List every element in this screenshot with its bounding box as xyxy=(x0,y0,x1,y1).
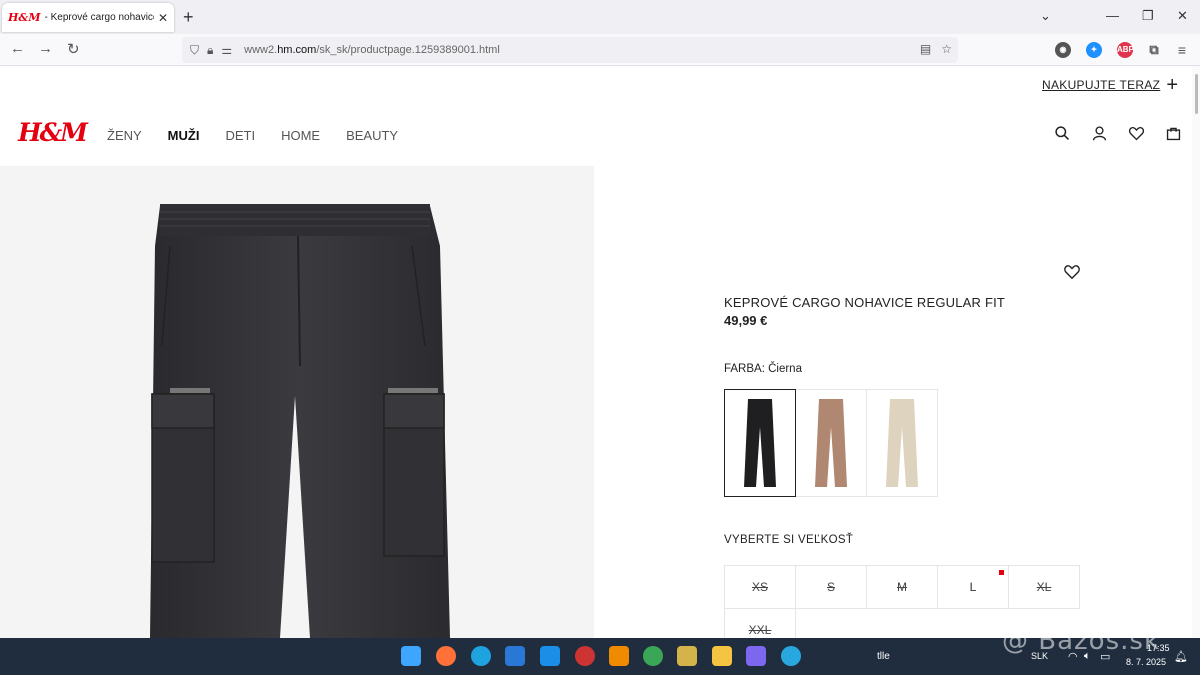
permissions-icon[interactable]: ⚌ xyxy=(221,43,232,57)
size-option-l[interactable]: L xyxy=(937,565,1009,609)
bookmark-star-icon[interactable]: ☆ xyxy=(941,42,952,56)
favorites-heart-icon[interactable] xyxy=(1128,125,1145,142)
windows-start-icon[interactable] xyxy=(401,646,421,666)
app-blue-icon[interactable] xyxy=(781,646,801,666)
extension-bird-icon[interactable]: ✦ xyxy=(1086,42,1102,58)
tab-title: - Keprové cargo nohavice Regul xyxy=(44,12,154,23)
minimize-button[interactable]: — xyxy=(1106,8,1119,23)
app-red-icon[interactable] xyxy=(575,646,595,666)
edge-icon[interactable] xyxy=(471,646,491,666)
color-swatches xyxy=(724,389,938,497)
swatch-beige[interactable] xyxy=(866,389,938,497)
shopping-bag-icon[interactable] xyxy=(1165,125,1182,142)
product-title: KEPROVÉ CARGO NOHAVICE REGULAR FIT xyxy=(724,295,1006,310)
lock-icon[interactable]: 🔒︎ xyxy=(207,43,213,58)
swatch-brown[interactable] xyxy=(795,389,867,497)
browser-toolbar: ← → ↻ ⛉ 🔒︎ ⚌ www2.hm.com/sk_sk/productpa… xyxy=(0,34,1200,66)
shop-now-label[interactable]: NAKUPUJTE TERAZ xyxy=(1042,78,1160,92)
new-tab-button[interactable]: + xyxy=(183,7,194,28)
reload-icon[interactable]: ↻ xyxy=(67,40,80,58)
url-text[interactable]: www2.hm.com/sk_sk/productpage.1259389001… xyxy=(244,44,500,56)
vlc-icon[interactable] xyxy=(609,646,629,666)
reader-view-icon[interactable]: ▤ xyxy=(920,42,931,56)
bazos-watermark: @ Bazos.sk xyxy=(1002,626,1161,656)
adblock-icon[interactable]: ABP xyxy=(1117,42,1134,58)
product-main-image[interactable] xyxy=(0,166,594,638)
search-icon[interactable] xyxy=(1054,125,1071,142)
nav-item-deti[interactable]: DETI xyxy=(225,128,255,143)
swatch-brown-image xyxy=(815,399,847,487)
nav-item-zeny[interactable]: ŽENY xyxy=(107,128,142,143)
nav-item-beauty[interactable]: BEAUTY xyxy=(346,128,398,143)
swatch-beige-image xyxy=(886,399,918,487)
scrollbar-thumb[interactable] xyxy=(1195,74,1198,114)
shop-now-link[interactable]: NAKUPUJTE TERAZ + xyxy=(1042,74,1178,96)
app-pen-icon[interactable] xyxy=(677,646,697,666)
main-nav: ŽENY MUŽI DETI HOME BEAUTY xyxy=(107,128,398,143)
product-price: 49,99 € xyxy=(724,313,768,328)
extensions-puzzle-icon[interactable]: ⧉ xyxy=(1146,42,1162,58)
header-icons xyxy=(1054,125,1182,142)
account-icon[interactable]: ◉ xyxy=(1055,42,1071,58)
add-to-favorites-heart-icon[interactable] xyxy=(1063,264,1081,280)
firefox-icon[interactable] xyxy=(436,646,456,666)
app-icon[interactable] xyxy=(540,646,560,666)
browser-tab-active[interactable]: H&M - Keprové cargo nohavice Regul ✕ xyxy=(2,3,174,32)
restore-button[interactable]: ❐ xyxy=(1142,8,1154,24)
tab-list-chevron-icon[interactable]: ⌄ xyxy=(1040,8,1051,24)
cargo-pants-image xyxy=(150,204,450,638)
clock-date[interactable]: 8. 7. 2025 xyxy=(1126,657,1166,667)
notification-bell-icon[interactable]: 🔔︎ xyxy=(1174,650,1188,663)
app-green-icon[interactable] xyxy=(643,646,663,666)
shield-icon[interactable]: ⛉ xyxy=(190,43,199,58)
hm-logo[interactable]: H&M xyxy=(18,118,88,147)
page-scrollbar[interactable] xyxy=(1192,66,1200,638)
app-purple-icon[interactable] xyxy=(746,646,766,666)
hm-favicon-icon: H&M xyxy=(8,11,41,24)
tab-close-icon[interactable]: ✕ xyxy=(158,11,168,25)
file-explorer-icon[interactable] xyxy=(712,646,732,666)
store-icon[interactable] xyxy=(505,646,525,666)
color-label: FARBA: Čierna xyxy=(724,363,802,375)
size-option-s[interactable]: S xyxy=(795,565,867,609)
back-arrow-icon[interactable]: ← xyxy=(10,40,25,57)
swatch-black[interactable] xyxy=(724,389,796,497)
close-window-button[interactable]: ✕ xyxy=(1177,8,1188,24)
size-title: VYBERTE SI VEĽKOSŤ xyxy=(724,534,854,546)
size-option-xl[interactable]: XL xyxy=(1008,565,1080,609)
tray-app-label[interactable]: tlle xyxy=(877,651,890,662)
forward-arrow-icon[interactable]: → xyxy=(38,40,53,57)
size-option-m[interactable]: M xyxy=(866,565,938,609)
low-stock-indicator xyxy=(999,570,1004,575)
account-icon[interactable] xyxy=(1091,125,1108,142)
browser-tab-strip: H&M - Keprové cargo nohavice Regul ✕ + ⌄… xyxy=(0,0,1200,34)
plus-icon: + xyxy=(1166,74,1178,96)
swatch-black-image xyxy=(744,399,776,487)
nav-item-home[interactable]: HOME xyxy=(281,128,320,143)
menu-icon[interactable]: ≡ xyxy=(1174,42,1190,58)
nav-item-muzi[interactable]: MUŽI xyxy=(168,128,200,143)
address-bar[interactable]: ⛉ 🔒︎ ⚌ www2.hm.com/sk_sk/productpage.125… xyxy=(182,37,958,63)
size-option-xs[interactable]: XS xyxy=(724,565,796,609)
